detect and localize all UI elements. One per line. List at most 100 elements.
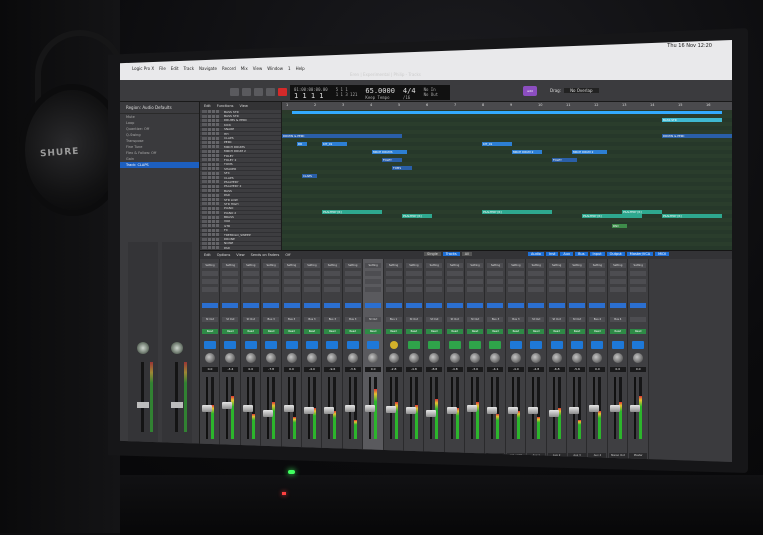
automation-read-button[interactable]: Read (263, 329, 280, 334)
pan-knob[interactable] (225, 353, 236, 363)
solo-button[interactable] (212, 110, 215, 114)
plugin-slot[interactable] (365, 279, 382, 284)
channel-strip[interactable]: Setting St Out Read -5.6 Aux 3 (567, 259, 588, 462)
plugin-slot[interactable] (405, 271, 422, 276)
automation-read-button[interactable]: Read (283, 329, 300, 334)
plugin-slot[interactable] (467, 271, 484, 276)
solo-button[interactable] (212, 193, 215, 197)
plugin-slot[interactable] (426, 271, 443, 276)
pan-knob[interactable] (171, 342, 183, 354)
mixer-filter-button[interactable]: Bus (575, 252, 588, 256)
plugin-slot[interactable] (446, 287, 463, 292)
pan-knob[interactable] (531, 353, 542, 363)
record-button[interactable] (216, 118, 219, 122)
send-slot[interactable] (405, 303, 422, 308)
send-slot[interactable] (303, 303, 320, 308)
channel-strip[interactable]: SettingBus 1Read-2.8CLAPS (383, 259, 404, 462)
channel-strip[interactable]: SettingSt OutRead-8.8PSAL 2 (424, 259, 445, 462)
solo-button[interactable] (212, 140, 215, 144)
plugin-slot[interactable] (548, 287, 565, 292)
volume-fader-cap[interactable] (222, 401, 233, 409)
channel-strip[interactable]: SettingSt OutRead-4.8PSALTERY (403, 259, 425, 462)
mixer-view-button[interactable]: Single (424, 252, 441, 256)
output-slot[interactable]: Bus 3 (507, 317, 524, 322)
plugin-slot[interactable] (487, 271, 504, 276)
pan-knob[interactable] (347, 353, 358, 363)
volume-fader-track[interactable] (552, 377, 555, 439)
solo-button[interactable] (212, 145, 215, 149)
plugin-slot[interactable] (385, 287, 402, 292)
automation-read-button[interactable]: Read (242, 329, 259, 334)
pan-knob[interactable] (408, 353, 419, 363)
plugin-slot[interactable] (630, 287, 647, 292)
plugin-slot[interactable] (365, 287, 382, 292)
mute-button[interactable] (208, 206, 211, 210)
plugin-slot[interactable]: Setting (528, 263, 545, 268)
plugin-slot[interactable] (263, 279, 280, 284)
plugin-slot[interactable] (202, 279, 218, 284)
plugin-slot[interactable]: Setting (630, 263, 647, 268)
volume-fader-cap[interactable] (263, 410, 274, 417)
plugin-slot[interactable] (609, 271, 626, 276)
menu-item-5[interactable]: Record (222, 66, 236, 80)
mute-button[interactable] (208, 215, 211, 219)
send-slot[interactable] (344, 303, 361, 308)
region[interactable]: CLAPS (302, 174, 317, 178)
pan-knob[interactable] (551, 353, 562, 363)
output-slot[interactable]: St Out (548, 317, 565, 322)
volume-fader-cap[interactable] (446, 407, 457, 415)
volume-fader-track[interactable] (141, 362, 144, 432)
solo-button[interactable] (212, 118, 215, 122)
solo-button[interactable] (212, 206, 215, 210)
pan-knob[interactable] (327, 353, 338, 363)
solo-button[interactable] (212, 114, 215, 118)
send-slot[interactable] (589, 303, 606, 308)
volume-fader-cap[interactable] (528, 407, 539, 415)
solo-button[interactable] (212, 211, 215, 215)
record-button[interactable] (216, 132, 219, 136)
mute-button[interactable] (208, 224, 211, 228)
output-slot[interactable]: St Out (528, 317, 545, 322)
automation-read-button[interactable]: Read (528, 329, 545, 334)
automation-read-button[interactable]: Read (405, 329, 422, 334)
send-slot[interactable] (242, 303, 259, 308)
menu-item-4[interactable]: Navigate (199, 66, 217, 80)
plugin-slot[interactable] (548, 279, 565, 284)
plugin-slot[interactable] (202, 287, 218, 292)
record-button[interactable] (216, 246, 219, 250)
channel-strip[interactable]: SettingBus 3Read-4.0STR HIGH (505, 259, 527, 462)
pan-knob[interactable] (449, 353, 460, 363)
record-button[interactable] (216, 202, 219, 206)
plugin-slot[interactable]: Setting (324, 263, 341, 268)
pan-knob[interactable] (592, 353, 603, 363)
volume-fader-cap[interactable] (548, 410, 559, 417)
plugin-slot[interactable]: Setting (303, 263, 320, 268)
region[interactable]: KIT_01 (322, 142, 347, 146)
lcd-add-button[interactable]: add (523, 86, 537, 96)
pan-knob[interactable] (633, 353, 644, 363)
plugin-slot[interactable]: Setting (609, 263, 626, 268)
record-button[interactable] (216, 228, 219, 232)
pan-knob[interactable] (510, 353, 521, 363)
plugin-slot[interactable] (548, 271, 565, 276)
solo-button[interactable] (212, 224, 215, 228)
send-slot[interactable] (324, 303, 341, 308)
plugin-slot[interactable] (222, 271, 239, 276)
lcd-display[interactable]: 01:00:00:00.00 1 1 1 1 5 1 11 1 3 121 65.… (290, 85, 450, 100)
pan-knob[interactable] (266, 353, 277, 363)
send-slot[interactable] (569, 303, 586, 308)
record-button[interactable] (216, 219, 219, 223)
plugin-slot[interactable] (324, 287, 341, 292)
plugin-slot[interactable]: Setting (569, 263, 586, 268)
plugin-slot[interactable] (609, 279, 626, 284)
mixer-filter-button[interactable]: Input (589, 252, 605, 256)
tracks-menu-item[interactable]: View (240, 104, 248, 108)
solo-button[interactable] (212, 162, 215, 166)
plugin-slot[interactable]: Setting (283, 263, 300, 268)
record-button[interactable] (216, 110, 219, 114)
plugin-slot[interactable]: Setting (548, 263, 565, 268)
mute-button[interactable] (208, 145, 211, 149)
solo-button[interactable] (212, 233, 215, 237)
plugin-slot[interactable]: Setting (202, 263, 218, 268)
record-button[interactable] (278, 88, 287, 96)
